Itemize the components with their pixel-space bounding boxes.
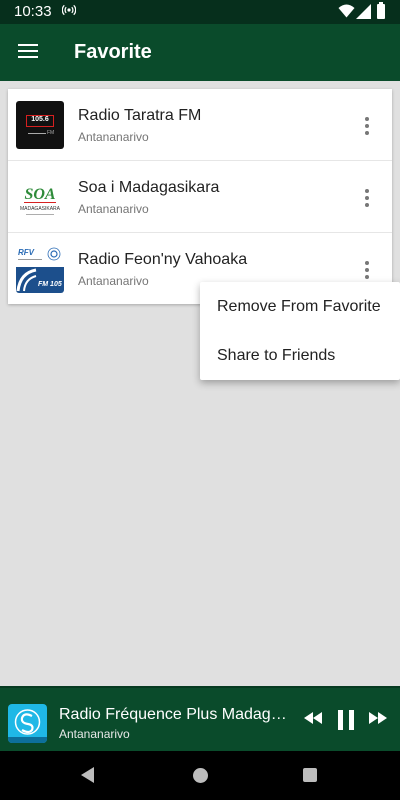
station-city: Antananarivo <box>78 202 149 216</box>
station-logo: 105.6 FM <box>16 101 64 149</box>
logo-text: 105.6 <box>31 116 49 123</box>
more-vert-icon[interactable] <box>354 187 378 211</box>
now-playing-bar[interactable]: Radio Fréquence Plus Madagascar Antanana… <box>0 686 400 751</box>
station-logo: SOA MADAGASIKARA <box>16 173 64 221</box>
logo-text: SOA <box>24 186 55 203</box>
back-icon[interactable] <box>80 767 96 788</box>
battery-icon <box>377 2 385 19</box>
app-bar: Favorite <box>0 24 400 81</box>
now-playing-city: Antananarivo <box>59 727 130 741</box>
cell-signal-icon <box>356 4 371 24</box>
list-item[interactable]: 105.6 FM Radio Taratra FM Antananarivo <box>8 89 392 160</box>
logo-text: RFV <box>18 248 35 257</box>
status-time: 10:33 <box>14 3 52 20</box>
station-name: Soa i Madagasikara <box>78 179 220 196</box>
station-city: Antananarivo <box>78 130 149 144</box>
wifi-icon <box>338 4 355 23</box>
list-item[interactable]: SOA MADAGASIKARA Soa i Madagasikara Anta… <box>8 161 392 232</box>
station-city: Antananarivo <box>78 274 149 288</box>
radio-broadcast-icon <box>61 3 77 20</box>
share-to-friends-menu-item[interactable]: Share to Friends <box>200 332 400 380</box>
status-bar: 10:33 <box>0 0 400 24</box>
station-name: Radio Taratra FM <box>78 107 202 124</box>
home-icon[interactable] <box>193 768 208 783</box>
logo-subtext: FM 105 <box>38 281 62 288</box>
system-nav-bar <box>0 751 400 800</box>
more-vert-icon[interactable] <box>354 115 378 139</box>
station-logo: RFV FM 105 <box>16 245 64 293</box>
remove-from-favorite-menu-item[interactable]: Remove From Favorite <box>200 283 400 331</box>
logo-subtext: MADAGASIKARA <box>20 206 61 212</box>
logo-banner <box>16 267 64 293</box>
recents-icon[interactable] <box>303 768 317 782</box>
fast-forward-icon[interactable] <box>368 710 388 731</box>
station-name: Radio Feon'ny Vahoaka <box>78 251 248 268</box>
now-playing-logo[interactable] <box>8 704 47 743</box>
pause-icon[interactable] <box>337 710 355 735</box>
hamburger-menu-icon[interactable] <box>18 44 38 60</box>
more-vert-icon[interactable] <box>354 259 378 283</box>
now-playing-title: Radio Fréquence Plus Madagascar <box>59 706 295 723</box>
page-title: Favorite <box>74 41 152 63</box>
favorites-list: 105.6 FM Radio Taratra FM Antananarivo S… <box>8 89 392 304</box>
logo-subtext: FM <box>47 130 55 136</box>
popup-menu: Remove From Favorite Share to Friends <box>200 282 400 380</box>
rewind-icon[interactable] <box>303 710 323 731</box>
